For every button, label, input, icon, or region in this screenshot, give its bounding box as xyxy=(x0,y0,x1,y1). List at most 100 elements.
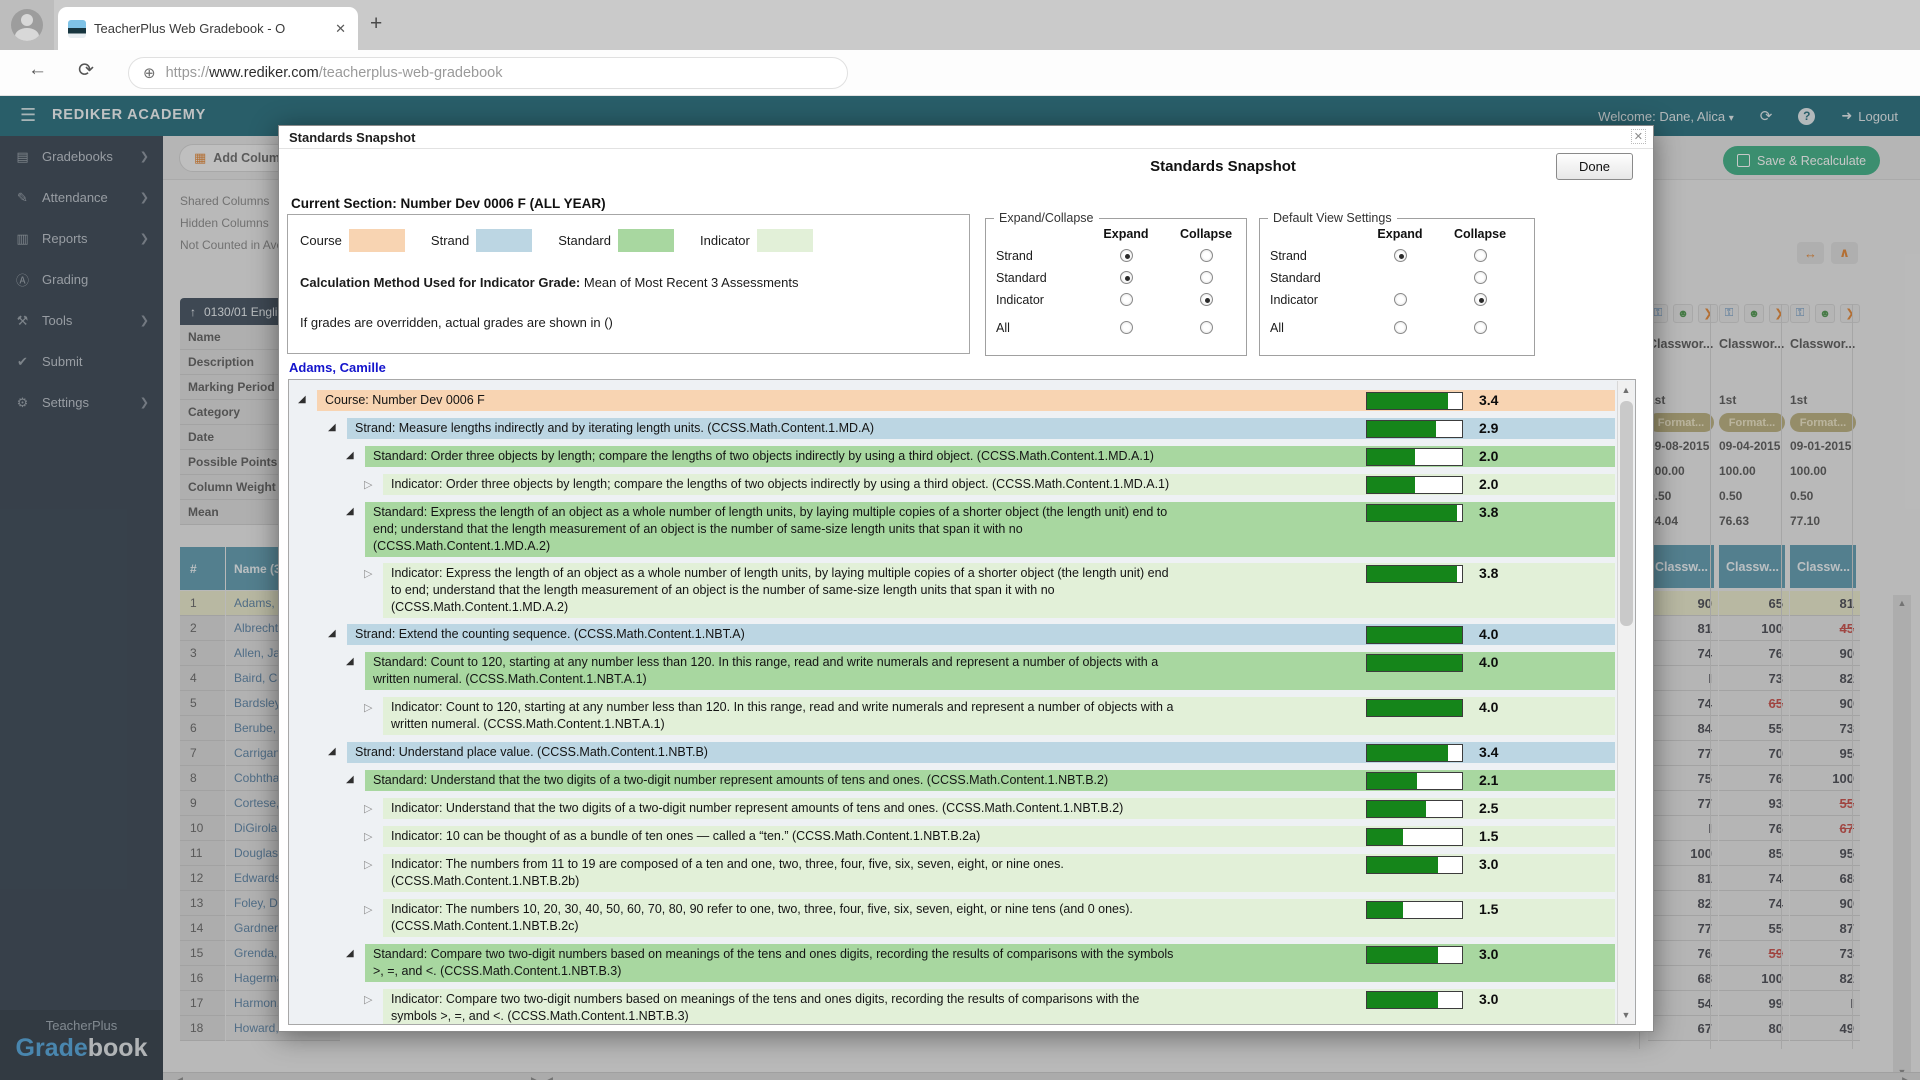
grade-bar xyxy=(1366,901,1463,919)
grade-bar-fill xyxy=(1367,829,1403,845)
close-icon[interactable]: ✕ xyxy=(1631,129,1646,144)
expand-node-icon[interactable]: ▷ xyxy=(364,802,372,815)
tree-row-indicator[interactable]: ▷Indicator: The numbers from 11 to 19 ar… xyxy=(289,854,1615,892)
grade-bar xyxy=(1366,654,1463,672)
tree-row-indicator[interactable]: ▷Indicator: Understand that the two digi… xyxy=(289,798,1615,819)
expand-node-icon[interactable]: ▷ xyxy=(364,830,372,843)
default-view-title: Default View Settings xyxy=(1268,211,1397,225)
student-name-link[interactable]: Adams, Camille xyxy=(289,360,386,375)
tree-row-indicator[interactable]: ▷ Indicator: The numbers 10, 20, 30, 40, … xyxy=(289,899,1615,937)
dialog-title: Standards Snapshot xyxy=(289,130,415,145)
expand-radio[interactable] xyxy=(1120,249,1133,262)
back-icon[interactable]: ← xyxy=(28,59,47,81)
collapse-node-icon[interactable]: ◢ xyxy=(346,774,354,785)
expand-node-icon[interactable]: ▷ xyxy=(364,993,372,1006)
browser-tab[interactable]: TeacherPlus Web Gradebook - O ✕ xyxy=(58,7,358,50)
radio-row-label: All xyxy=(990,321,1086,343)
refresh-icon[interactable]: ⟳ xyxy=(78,59,94,82)
legend-item: Strand xyxy=(431,229,532,252)
grade-bar-fill xyxy=(1367,655,1462,671)
collapse-radio-cell xyxy=(1166,249,1246,271)
expand-node-icon[interactable]: ▷ xyxy=(364,701,372,714)
tree-row-text: Indicator: The numbers 10, 20, 30, 40, 5… xyxy=(391,901,1177,935)
tree-row-standard[interactable]: ◢Standard: Compare two two-digit numbers… xyxy=(289,944,1615,982)
collapse-node-icon[interactable]: ◢ xyxy=(346,948,354,959)
expand-radio-cell xyxy=(1360,249,1440,271)
tree-row-standard[interactable]: ◢Standard: Understand that the two digit… xyxy=(289,770,1615,791)
tree-scroll-thumb[interactable] xyxy=(1620,401,1633,626)
dialog-titlebar[interactable]: Standards Snapshot ✕ xyxy=(279,126,1653,149)
done-button[interactable]: Done xyxy=(1556,153,1633,180)
collapse-radio[interactable] xyxy=(1200,249,1213,262)
collapse-node-icon[interactable]: ◢ xyxy=(328,746,336,757)
expand-node-icon[interactable]: ▷ xyxy=(364,858,372,871)
collapse-radio[interactable] xyxy=(1200,271,1213,284)
tree-row-indicator[interactable]: ▷Indicator: Express the length of an obj… xyxy=(289,563,1615,618)
collapse-radio[interactable] xyxy=(1474,321,1487,334)
grade-bar xyxy=(1366,856,1463,874)
tree-row-indicator[interactable]: ▷Indicator: Count to 120, starting at an… xyxy=(289,697,1615,735)
collapse-radio[interactable] xyxy=(1200,321,1213,334)
radio-row-label: Indicator xyxy=(1264,293,1360,315)
grade-value: 3.0 xyxy=(1479,991,1498,1007)
legend-row: CourseStrandStandardIndicator xyxy=(300,229,839,252)
default-view-group: Default View Settings ExpandCollapseStra… xyxy=(1259,218,1535,356)
legend-label: Strand xyxy=(431,233,469,248)
grade-value: 2.5 xyxy=(1479,800,1498,816)
expand-node-icon[interactable]: ▷ xyxy=(364,478,372,491)
browser-profile-button[interactable] xyxy=(0,0,54,50)
legend-swatch xyxy=(349,229,405,252)
collapse-node-icon[interactable]: ◢ xyxy=(346,450,354,461)
tree-row-strand[interactable]: ◢Strand: Extend the counting sequence. (… xyxy=(289,624,1615,645)
collapse-node-icon[interactable]: ◢ xyxy=(298,394,306,405)
grade-value: 3.0 xyxy=(1479,946,1498,962)
tree-row-text: Indicator: Compare two two-digit numbers… xyxy=(391,991,1177,1025)
tree-scroll-up-icon[interactable]: ▲ xyxy=(1618,385,1634,395)
expand-node-icon[interactable]: ▷ xyxy=(364,903,372,916)
legend-item: Course xyxy=(300,229,405,252)
tree-scroll-down-icon[interactable]: ▼ xyxy=(1618,1010,1634,1020)
tree-row-text: Indicator: 10 can be thought of as a bun… xyxy=(391,828,1177,845)
standards-tree: ◢Course: Number Dev 0006 F3.4◢Strand: Me… xyxy=(288,379,1636,1025)
collapse-radio[interactable] xyxy=(1474,271,1487,284)
tree-row-course[interactable]: ◢Course: Number Dev 0006 F3.4 xyxy=(289,390,1615,411)
collapse-radio[interactable] xyxy=(1474,249,1487,262)
grade-bar xyxy=(1366,565,1463,583)
collapse-radio[interactable] xyxy=(1200,293,1213,306)
tree-row-indicator[interactable]: ▷ Indicator: Compare two two-digit number… xyxy=(289,989,1615,1025)
current-section-label: Current Section: Number Dev 0006 F (ALL … xyxy=(291,196,606,211)
screen: TeacherPlus Web Gradebook - O ✕ + ← ⟳ ⊕ … xyxy=(0,0,1920,1080)
tree-row-indicator[interactable]: ▷Indicator: Order three objects by lengt… xyxy=(289,474,1615,495)
tree-row-standard[interactable]: ◢Standard: Express the length of an obje… xyxy=(289,502,1615,557)
collapse-radio[interactable] xyxy=(1474,293,1487,306)
tree-vertical-scrollbar[interactable]: ▲ ▼ xyxy=(1617,381,1634,1024)
expand-radio[interactable] xyxy=(1394,321,1407,334)
collapse-node-icon[interactable]: ◢ xyxy=(328,422,336,433)
collapse-node-icon[interactable]: ◢ xyxy=(346,506,354,517)
grade-bar xyxy=(1366,392,1463,410)
collapse-node-icon[interactable]: ◢ xyxy=(328,628,336,639)
tree-row-indicator[interactable]: ▷ Indicator: 10 can be thought of as a bu… xyxy=(289,826,1615,847)
expand-radio[interactable] xyxy=(1120,293,1133,306)
collapse-radio-cell xyxy=(1440,249,1520,271)
tree-row-text: Strand: Measure lengths indirectly and b… xyxy=(355,420,1177,437)
expand-node-icon[interactable]: ▷ xyxy=(364,567,372,580)
tree-row-strand[interactable]: ◢Strand: Understand place value. (CCSS.M… xyxy=(289,742,1615,763)
expand-collapse-title: Expand/Collapse xyxy=(994,211,1099,225)
collapse-node-icon[interactable]: ◢ xyxy=(346,656,354,667)
expand-radio[interactable] xyxy=(1394,293,1407,306)
expand-radio[interactable] xyxy=(1120,271,1133,284)
grade-value: 2.0 xyxy=(1479,448,1498,464)
grade-bar-fill xyxy=(1367,421,1436,437)
legend-label: Course xyxy=(300,233,342,248)
legend-swatch xyxy=(476,229,532,252)
expand-radio[interactable] xyxy=(1394,249,1407,262)
tree-row-standard[interactable]: ◢Standard: Order three objects by length… xyxy=(289,446,1615,467)
expand-radio[interactable] xyxy=(1120,321,1133,334)
grade-bar-fill xyxy=(1367,700,1462,716)
tree-row-strand[interactable]: ◢ Strand: Measure lengths indirectly and … xyxy=(289,418,1615,439)
tab-close-icon[interactable]: ✕ xyxy=(333,21,348,37)
address-bar[interactable]: ⊕ https://www.rediker.com/teacherplus-we… xyxy=(128,57,848,89)
tree-row-standard[interactable]: ◢Standard: Count to 120, starting at any… xyxy=(289,652,1615,690)
new-tab-button[interactable]: + xyxy=(370,13,382,34)
